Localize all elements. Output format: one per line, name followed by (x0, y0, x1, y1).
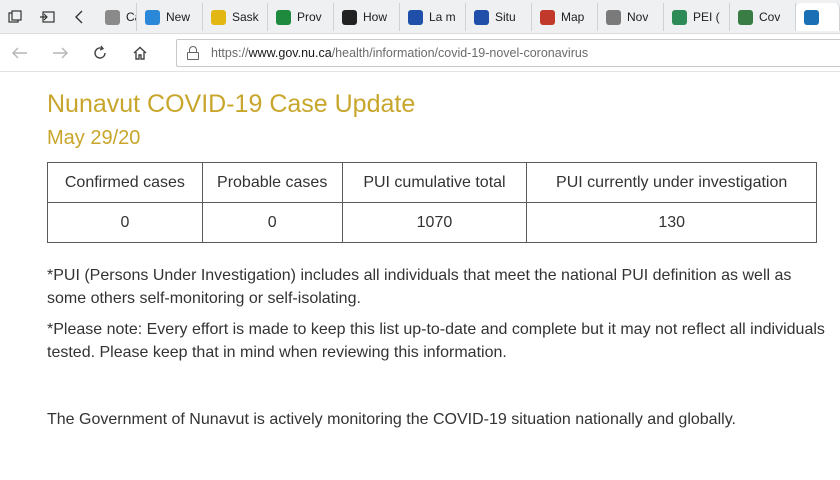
leaf-icon (211, 9, 226, 25)
chevron-left-icon[interactable] (68, 6, 90, 28)
forward-button[interactable] (48, 42, 72, 64)
tab-actions-icon[interactable] (4, 6, 26, 28)
browser-tab[interactable]: How (334, 3, 400, 31)
pui-cumulative-total-value: 1070 (341, 202, 528, 243)
browser-tab[interactable]: Case (97, 3, 137, 31)
pui-definition-note: *PUI (Persons Under Investigation) inclu… (47, 267, 792, 307)
table-header-row: Confirmed cases Probable cases PUI cumul… (47, 162, 817, 203)
tab-title: PEI ( (693, 10, 720, 24)
browser-tab[interactable]: PEI ( (664, 3, 730, 31)
header-pui-under-investigation: PUI currently under investigation (526, 162, 817, 203)
page-content: Nunavut COVID-19 Case Update May 29/20 C… (47, 88, 827, 428)
document-icon (105, 9, 120, 25)
back-button[interactable] (8, 42, 32, 64)
fleur-de-lis-icon (408, 9, 423, 25)
image-icon (606, 9, 621, 25)
url-text: https://www.gov.nu.ca/health/information… (211, 46, 589, 60)
tab-title: How (363, 10, 388, 24)
lock-icon[interactable] (187, 46, 199, 60)
tab-title: La m (429, 10, 456, 24)
url-field[interactable]: https://www.gov.nu.ca/health/information… (176, 39, 840, 67)
chart-icon (145, 9, 160, 25)
tree-icon (672, 9, 687, 25)
map-icon (540, 9, 555, 25)
tab-title: Case (126, 10, 136, 24)
browser-tab[interactable]: Map (532, 3, 598, 31)
browser-tab[interactable]: Nov (598, 3, 664, 31)
browser-tab[interactable]: Situ (466, 3, 532, 31)
globe-icon (738, 9, 753, 25)
update-date: May 29/20 (47, 127, 141, 149)
refresh-button[interactable] (88, 42, 112, 64)
pui-under-investigation-value: 130 (526, 202, 817, 243)
header-pui-cumulative-total: PUI cumulative total (341, 162, 528, 203)
monitoring-paragraph: The Government of Nunavut is actively mo… (47, 411, 736, 428)
set-aside-tabs-icon[interactable] (36, 6, 58, 28)
address-bar: https://www.gov.nu.ca/health/information… (0, 34, 840, 72)
tab-title: Nov (627, 10, 649, 24)
confirmed-cases-value: 0 (47, 202, 203, 243)
shield-icon (342, 9, 357, 25)
tab-title: Map (561, 10, 585, 24)
disclaimer-note: *Please note: Every effort is made to ke… (47, 321, 825, 361)
browser-tab[interactable]: New (137, 3, 203, 31)
tab-title: Situ (495, 10, 516, 24)
tab-title: Prov (297, 10, 322, 24)
tab-title: Cov (759, 10, 781, 24)
inukshuk-icon (804, 9, 819, 25)
table-row: 0 0 1070 130 (47, 202, 817, 243)
browser-tab[interactable]: Cov (730, 3, 796, 31)
header-probable-cases: Probable cases (201, 162, 343, 203)
tab-title: Sask (232, 10, 259, 24)
browser-tab[interactable]: Prov (268, 3, 334, 31)
header-confirmed-cases: Confirmed cases (47, 162, 203, 203)
tab-bar: Case New Sask Prov How La m Situ Map Nov PEI ( Cov (0, 0, 840, 34)
home-button[interactable] (128, 42, 152, 64)
page-title: Nunavut COVID-19 Case Update (47, 90, 416, 118)
tab-title: New (166, 10, 191, 24)
browser-tab[interactable]: Sask (203, 3, 268, 31)
browser-tab[interactable] (796, 3, 840, 31)
probable-cases-value: 0 (201, 202, 343, 243)
browser-tab[interactable]: La m (400, 3, 466, 31)
case-table: Confirmed cases Probable cases PUI cumul… (47, 162, 817, 243)
flag-icon (276, 9, 291, 25)
fleur-de-lis-icon (474, 9, 489, 25)
